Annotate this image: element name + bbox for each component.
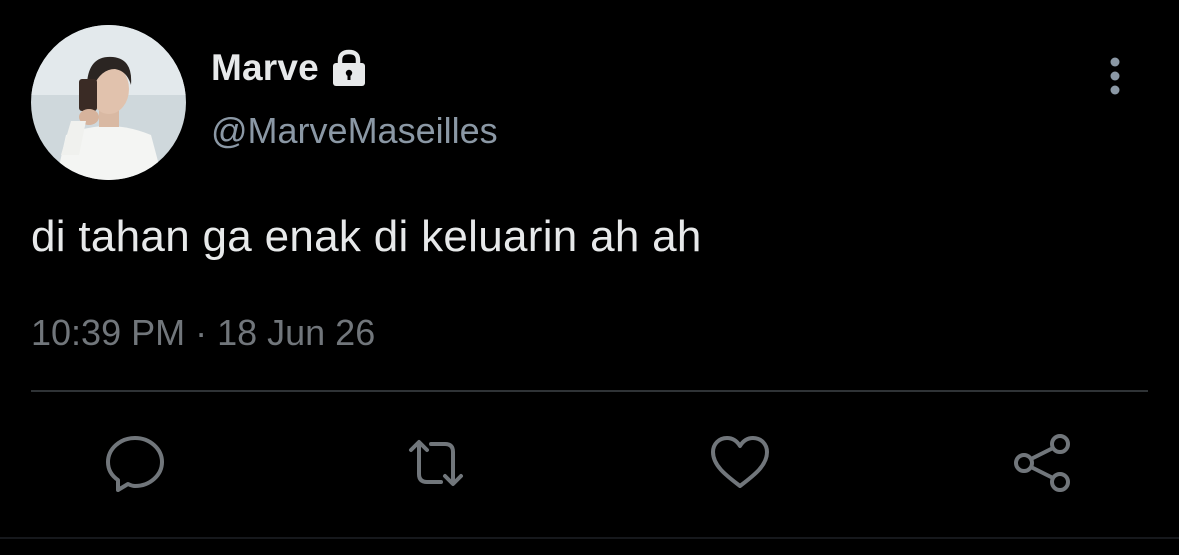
user-info: Marve @MarveMaseilles — [211, 42, 498, 152]
share-icon — [1014, 434, 1070, 492]
tweet-card: Marve @MarveMaseilles di tahan ga enak d… — [0, 0, 1179, 555]
lock-icon — [329, 48, 369, 88]
divider — [31, 390, 1148, 392]
tweet-timestamp[interactable]: 10:39 PM · 18 Jun 26 — [31, 312, 375, 354]
display-name-row: Marve — [211, 42, 498, 94]
like-button[interactable] — [707, 430, 773, 496]
user-handle[interactable]: @MarveMaseilles — [211, 110, 498, 152]
bottom-divider — [0, 537, 1179, 539]
avatar-image — [31, 25, 186, 180]
heart-icon — [711, 436, 769, 488]
retweet-button[interactable] — [403, 430, 469, 496]
share-button[interactable] — [1010, 430, 1076, 496]
tweet-text: di tahan ga enak di keluarin ah ah — [31, 212, 702, 261]
display-name[interactable]: Marve — [211, 47, 319, 89]
retweet-icon — [409, 440, 463, 486]
avatar[interactable] — [31, 25, 186, 180]
speech-bubble-icon — [106, 436, 164, 492]
vertical-ellipsis-icon[interactable] — [1098, 52, 1132, 100]
reply-button[interactable] — [102, 430, 168, 496]
